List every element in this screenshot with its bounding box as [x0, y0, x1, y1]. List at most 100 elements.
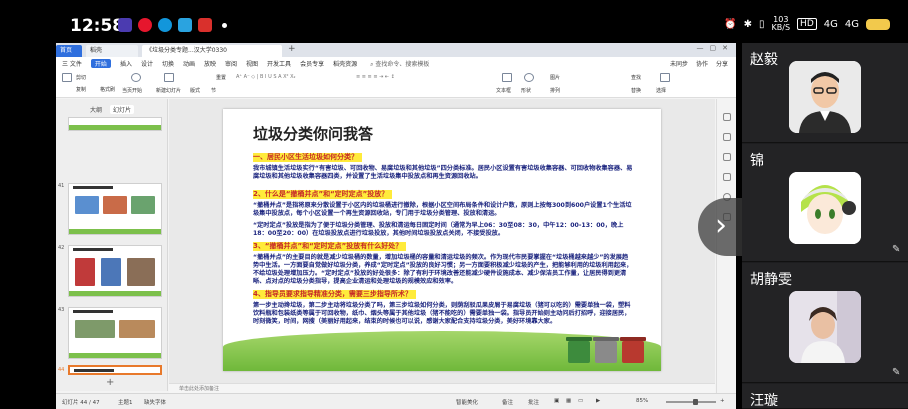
- select-button[interactable]: 选择: [656, 87, 666, 94]
- comments-button[interactable]: 批注: [528, 398, 539, 406]
- menu-slideshow[interactable]: 放映: [204, 59, 216, 68]
- current-slide[interactable]: 垃圾分类你问我答 一、居民小区生活垃圾如何分类？ 我市城镇生活垃圾实行“有害垃圾…: [223, 109, 661, 371]
- slide-thumbnail[interactable]: [68, 183, 162, 235]
- add-slide-button[interactable]: +: [106, 377, 114, 388]
- shape-icon[interactable]: [524, 73, 534, 82]
- thumb-grass: [69, 125, 161, 130]
- menu-view[interactable]: 视图: [246, 59, 258, 68]
- zoom-slider-knob[interactable]: [693, 399, 698, 405]
- answer-paragraph: 第一步主动搀垃圾，第二步主动将垃圾分类了吗，第三步垃圾如何分类，则荫刮驳瓜果皮屑…: [253, 302, 631, 325]
- select-icon[interactable]: [660, 73, 670, 82]
- slide-number: 43: [58, 307, 65, 313]
- slide-thumbnail-current[interactable]: [68, 365, 162, 375]
- question-heading: 2、什么是“撤桶并点”和“定时定点”投放？: [253, 190, 393, 199]
- sidebar-tabs: 大纲 幻灯片: [90, 105, 135, 114]
- pane-icon[interactable]: [723, 173, 731, 181]
- tab-docer[interactable]: 稻壳: [86, 45, 138, 57]
- cut-button[interactable]: 剪切: [76, 74, 86, 81]
- tab-document[interactable]: 《垃圾分类专题...汉大学0330: [142, 45, 282, 57]
- menu-insert[interactable]: 插入: [120, 59, 132, 68]
- slideshow-play-icon[interactable]: ▶: [596, 398, 600, 404]
- normal-view-icon[interactable]: ▣: [554, 398, 559, 404]
- participant-tile[interactable]: 锦 ✎: [742, 144, 908, 262]
- pane-icon[interactable]: [723, 153, 731, 161]
- menu-transition[interactable]: 切换: [162, 59, 174, 68]
- section-button[interactable]: 节: [211, 87, 216, 94]
- participant-tile[interactable]: 胡静雯 ✎: [742, 263, 908, 383]
- thumb-photo: [75, 320, 115, 338]
- shape-button[interactable]: 形状: [521, 87, 531, 94]
- thumb-grass: [69, 353, 161, 358]
- thumb-title: [73, 248, 113, 251]
- participant-tile[interactable]: 赵毅: [742, 43, 908, 143]
- thumb-grass: [69, 291, 161, 296]
- zoom-slider[interactable]: [666, 399, 716, 405]
- arrange-button[interactable]: 排列: [550, 87, 560, 94]
- maximize-icon[interactable]: ▢: [710, 44, 717, 52]
- slide-thumbnail[interactable]: [68, 117, 162, 131]
- new-slide-button[interactable]: 新建幻灯片: [156, 87, 181, 94]
- replace-button[interactable]: 替换: [631, 87, 641, 94]
- slide-thumbnail[interactable]: [68, 245, 162, 297]
- menu-home[interactable]: 开始: [90, 59, 111, 68]
- bluetooth-icon: ✱: [743, 18, 753, 30]
- format-painter-button[interactable]: 格式刷: [100, 86, 115, 93]
- zoom-in-icon[interactable]: +: [720, 398, 725, 404]
- start-from-current-button[interactable]: 当页开始: [122, 87, 142, 94]
- tab-outline[interactable]: 大纲: [90, 105, 102, 114]
- reading-view-icon[interactable]: ▭: [578, 398, 583, 404]
- menu-review[interactable]: 审阅: [225, 59, 237, 68]
- thumb-photo: [127, 258, 155, 286]
- notes-pane[interactable]: 单击此处添加备注: [169, 383, 715, 393]
- menu-member[interactable]: 会员专享: [300, 59, 324, 68]
- sorter-view-icon[interactable]: ▦: [566, 398, 571, 404]
- textbox-button[interactable]: 文本框: [496, 87, 511, 94]
- theme-name: 主题1: [118, 400, 133, 406]
- reset-button[interactable]: 重置: [216, 74, 226, 81]
- thumb-photo: [131, 196, 155, 214]
- participant-name: 赵毅: [750, 52, 778, 68]
- font-controls[interactable]: A⁺ A⁻ ◇ | B I U S A X² X₂: [236, 74, 296, 80]
- copy-button[interactable]: 复制: [76, 86, 86, 93]
- participant-name: 锦: [750, 153, 764, 169]
- answer-paragraph: “撤桶并点”是指将原来分散设置于小区内的垃圾桶进行撤除，根据小区空间布局条件和设…: [253, 202, 632, 217]
- thumb-title: [74, 369, 114, 372]
- answer-paragraph: “定时定点”投放是指为了便于垃圾分类管理、投放和清运每日固定时间（通常为早上06…: [253, 222, 624, 237]
- minimize-icon[interactable]: —: [697, 44, 704, 52]
- share-button[interactable]: 分享: [716, 59, 728, 68]
- shared-screen: 首页 稻壳 《垃圾分类专题...汉大学0330 + — ▢ ✕ 三 文件 开始 …: [56, 43, 736, 409]
- play-icon[interactable]: [131, 73, 141, 82]
- slide-thumbnail[interactable]: [68, 307, 162, 359]
- menu-docer[interactable]: 稻壳资源: [333, 59, 357, 68]
- sync-status[interactable]: 未同步: [670, 59, 688, 68]
- tab-slides[interactable]: 幻灯片: [110, 105, 135, 114]
- menu-file[interactable]: 三 文件: [62, 59, 82, 68]
- close-icon[interactable]: ✕: [722, 44, 728, 52]
- smart-beautify-button[interactable]: 智能美化: [456, 398, 478, 406]
- find-button[interactable]: 查找: [631, 74, 641, 81]
- thumb-photo: [101, 258, 121, 286]
- menu-animation[interactable]: 动画: [183, 59, 195, 68]
- command-search[interactable]: ⌕ 查找命令、搜索模板: [370, 59, 429, 69]
- new-slide-icon[interactable]: [164, 73, 174, 82]
- window-controls: — ▢ ✕: [697, 44, 729, 52]
- new-tab-button[interactable]: +: [288, 44, 296, 54]
- tab-home[interactable]: 首页: [56, 45, 82, 57]
- picture-button[interactable]: 图片: [550, 74, 560, 81]
- collaborate-button[interactable]: 协作: [696, 59, 708, 68]
- system-indicators: ⏰ ✱ ▯ 103 KB/S HD 4G 4G: [724, 16, 890, 32]
- participant-tile[interactable]: 汪璇: [742, 384, 908, 409]
- thumb-title: [73, 310, 113, 313]
- layout-button[interactable]: 版式: [190, 87, 200, 94]
- pane-icon[interactable]: [723, 113, 731, 121]
- person-video-icon: [789, 291, 861, 363]
- notes-button[interactable]: 备注: [502, 398, 513, 406]
- pane-icon[interactable]: [723, 133, 731, 141]
- textbox-icon[interactable]: [502, 73, 512, 82]
- paragraph-controls[interactable]: ≡ ≡ ≡ ≡ ⇥ ⇤ ↕: [356, 74, 395, 80]
- missing-font-indicator[interactable]: 缺失字体: [144, 398, 166, 406]
- paste-icon[interactable]: [62, 73, 72, 82]
- menu-developer[interactable]: 开发工具: [267, 59, 291, 68]
- menu-design[interactable]: 设计: [141, 59, 153, 68]
- question-heading: 一、居民小区生活垃圾如何分类？: [253, 153, 362, 162]
